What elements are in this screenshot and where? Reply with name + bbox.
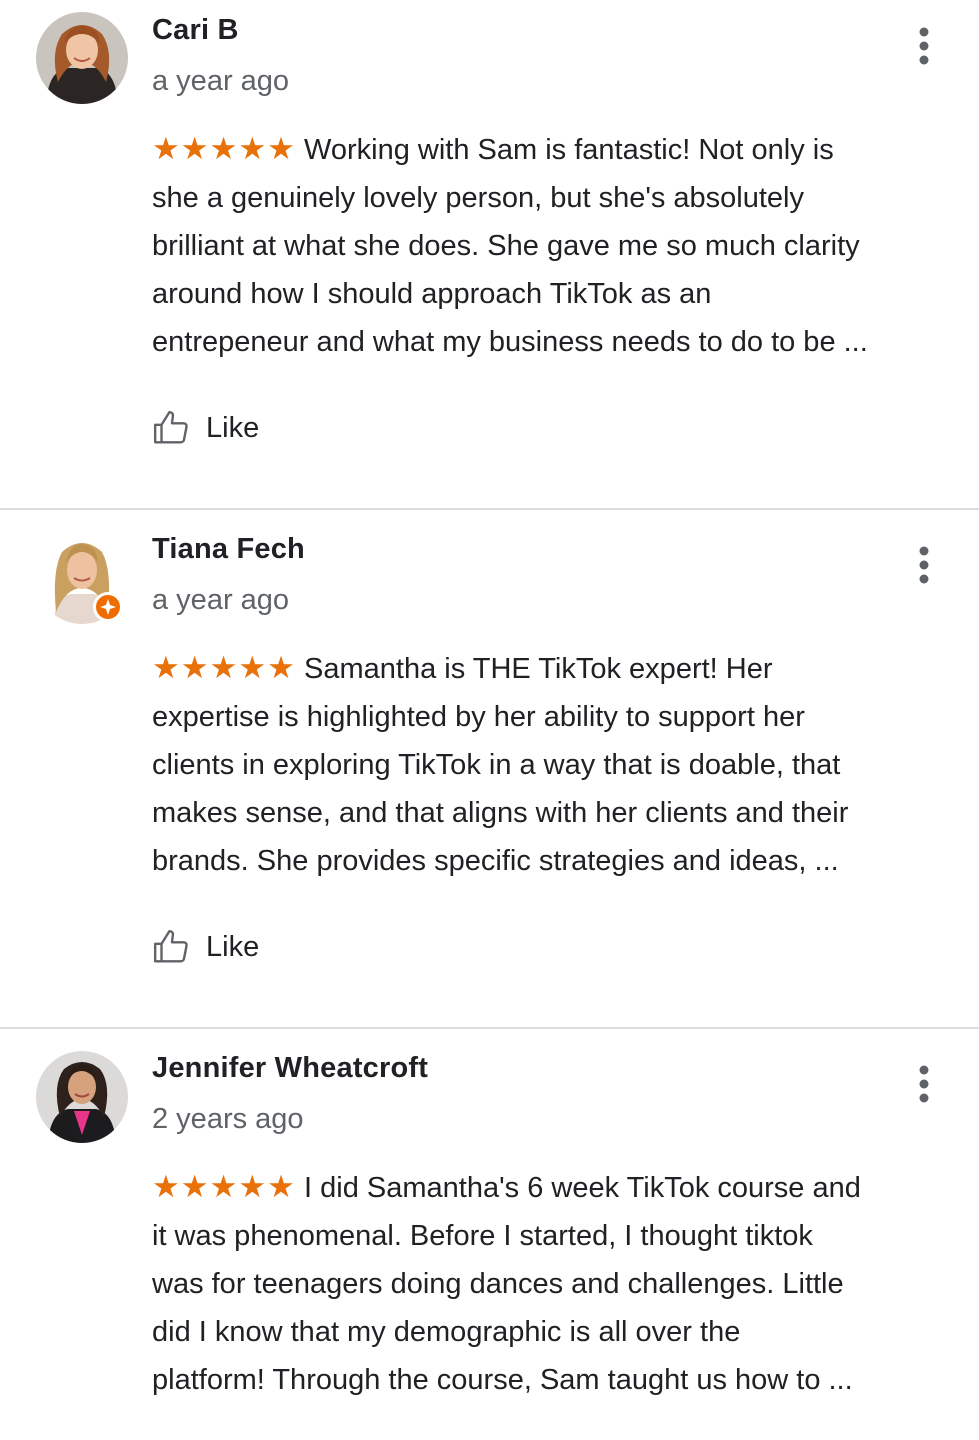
review-line: makes sense, and that aligns with her cl… xyxy=(152,797,849,829)
reviewer-avatar[interactable] xyxy=(36,1051,128,1143)
local-guide-badge xyxy=(93,592,123,622)
review-date: a year ago xyxy=(152,584,290,616)
review-line: entrepeneur and what my business needs t… xyxy=(152,326,868,358)
review-date: a year ago xyxy=(152,65,290,97)
review-line: Samantha is THE TikTok expert! Her xyxy=(295,653,773,685)
review-text: ★★★★★ I did Samantha's 6 week TikTok cou… xyxy=(152,1163,952,1404)
review-line: platform! Through the course, Sam taught… xyxy=(152,1364,853,1396)
review-card: Cari B a year ago ★★★★★ Working with Sam… xyxy=(0,0,979,508)
review-line: was for teenagers doing dances and chall… xyxy=(152,1268,844,1300)
more-vertical-icon xyxy=(919,27,929,65)
more-options-button[interactable] xyxy=(908,1062,940,1106)
like-label: Like xyxy=(206,411,260,444)
thumbs-up-icon xyxy=(153,929,188,963)
review-line: did I know that my demographic is all ov… xyxy=(152,1316,741,1348)
star-rating: ★★★★★ xyxy=(152,131,296,166)
review-line: Working with Sam is fantastic! Not only … xyxy=(295,134,834,166)
review-line: brilliant at what she does. She gave me … xyxy=(152,230,860,262)
review-line: it was phenomenal. Before I started, I t… xyxy=(152,1220,813,1252)
review-card: Tiana Fech a year ago ★★★★★ Samantha is … xyxy=(0,510,979,1027)
like-button[interactable]: Like xyxy=(152,406,259,450)
star-rating: ★★★★★ xyxy=(152,650,296,685)
review-text: ★★★★★ Samantha is THE TikTok expert! Her… xyxy=(152,644,952,885)
more-options-button[interactable] xyxy=(908,543,940,587)
review-line: I did Samantha's 6 week TikTok course an… xyxy=(295,1172,861,1204)
thumbs-up-icon xyxy=(153,410,188,444)
review-line: expertise is highlighted by her ability … xyxy=(152,701,805,733)
review-line: clients in exploring TikTok in a way tha… xyxy=(152,749,841,781)
reviewer-avatar[interactable] xyxy=(36,12,128,104)
reviewer-name[interactable]: Tiana Fech xyxy=(152,533,305,566)
more-vertical-icon xyxy=(919,1065,929,1103)
like-button[interactable]: Like xyxy=(152,925,259,969)
review-line: she a genuinely lovely person, but she's… xyxy=(152,182,805,214)
review-line: around how I should approach TikTok as a… xyxy=(152,278,712,310)
reviewer-name[interactable]: Cari B xyxy=(152,14,239,47)
more-vertical-icon xyxy=(919,546,929,584)
review-line: brands. She provides specific strategies… xyxy=(152,845,839,877)
review-card: Jennifer Wheatcroft 2 years ago ★★★★★ I … xyxy=(0,1029,979,1440)
star-rating: ★★★★★ xyxy=(152,1169,296,1204)
review-date: 2 years ago xyxy=(152,1103,304,1135)
like-label: Like xyxy=(206,930,260,963)
review-text: ★★★★★ Working with Sam is fantastic! Not… xyxy=(152,125,952,366)
reviewer-name[interactable]: Jennifer Wheatcroft xyxy=(152,1052,428,1085)
more-options-button[interactable] xyxy=(908,24,940,68)
local-guide-badge-icon xyxy=(100,599,116,615)
